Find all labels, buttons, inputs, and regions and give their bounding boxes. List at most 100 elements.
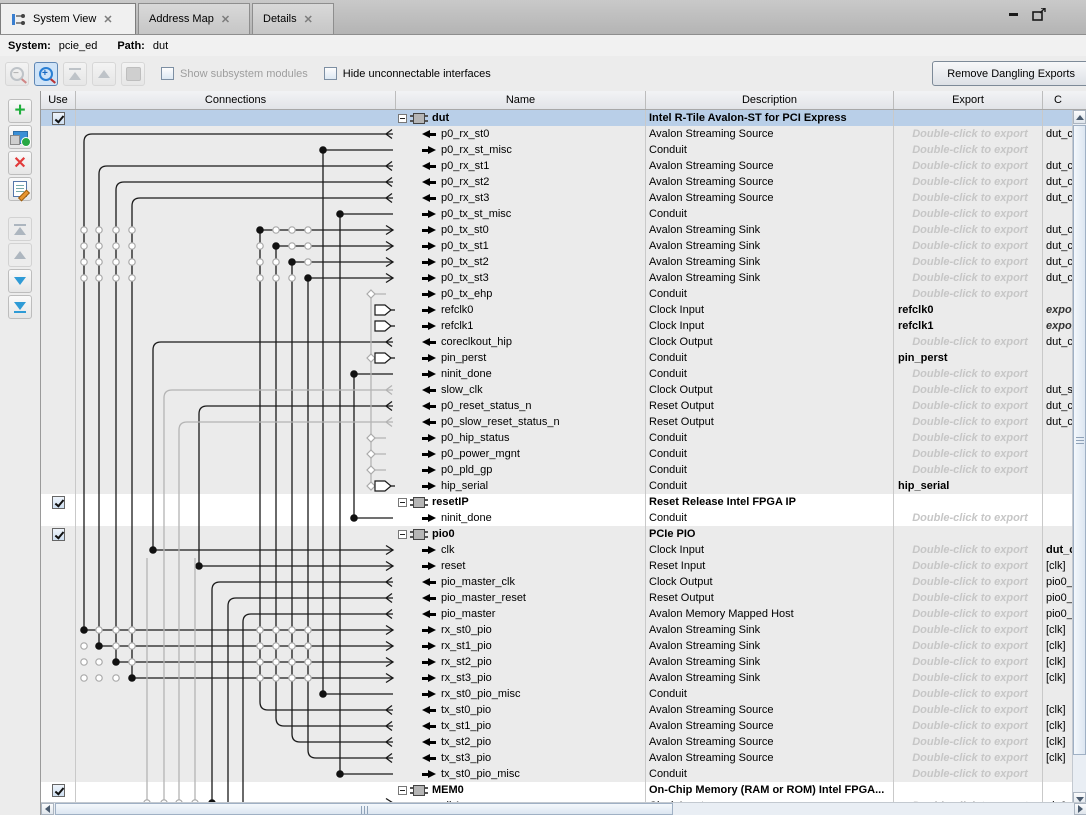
collapse-icon[interactable] [398, 786, 407, 795]
connections-cell[interactable] [76, 622, 396, 638]
export-placeholder[interactable]: Double-click to export [898, 334, 1042, 350]
export-placeholder[interactable]: Double-click to export [898, 446, 1042, 462]
export-placeholder[interactable]: Double-click to export [898, 750, 1042, 766]
use-checkbox[interactable] [52, 112, 65, 125]
name-cell[interactable]: p0_tx_st2 [396, 254, 646, 270]
export-placeholder[interactable]: Double-click to export [898, 142, 1042, 158]
interface-row[interactable]: slow_clkClock OutputDouble-click to expo… [41, 382, 1073, 398]
name-cell[interactable]: MEM0 [396, 782, 646, 798]
clock-cell[interactable]: dut_c [1043, 334, 1073, 350]
name-cell[interactable]: p0_rx_st_misc [396, 142, 646, 158]
name-cell[interactable]: p0_rx_st3 [396, 190, 646, 206]
clock-cell[interactable] [1043, 142, 1073, 158]
name-cell[interactable]: rx_st0_pio_misc [396, 686, 646, 702]
name-cell[interactable]: slow_clk [396, 382, 646, 398]
export-placeholder[interactable]: Double-click to export [898, 558, 1042, 574]
scroll-right-button[interactable] [1074, 803, 1086, 815]
clock-cell[interactable] [1043, 446, 1073, 462]
minimize-icon[interactable] [1009, 13, 1018, 16]
remove-dangling-exports-button[interactable]: Remove Dangling Exports [932, 61, 1086, 86]
clock-cell[interactable]: [clk] [1043, 702, 1073, 718]
clock-cell[interactable] [1043, 478, 1073, 494]
name-cell[interactable]: refclk1 [396, 318, 646, 334]
collapse-icon[interactable] [398, 530, 407, 539]
export-cell[interactable]: Double-click to export [894, 286, 1043, 302]
move-to-bottom-button[interactable] [8, 295, 32, 319]
vertical-scroll-thumb[interactable] [1073, 125, 1086, 755]
interface-row[interactable]: clkClock InputDouble-click to exportdut_… [41, 542, 1073, 558]
horizontal-scrollbar[interactable] [41, 802, 1086, 815]
export-placeholder[interactable]: Double-click to export [898, 174, 1042, 190]
name-cell[interactable]: p0_reset_status_n [396, 398, 646, 414]
module-row[interactable]: resetIPReset Release Intel FPGA IP [41, 494, 1073, 510]
clock-cell[interactable] [1043, 286, 1073, 302]
clock-cell[interactable]: dut_c [1043, 174, 1073, 190]
export-cell[interactable] [894, 782, 1043, 798]
interface-row[interactable]: tx_st0_pio_miscConduitDouble-click to ex… [41, 766, 1073, 782]
interface-row[interactable]: p0_hip_statusConduitDouble-click to expo… [41, 430, 1073, 446]
connections-cell[interactable] [76, 462, 396, 478]
name-cell[interactable]: ninit_done [396, 510, 646, 526]
export-cell[interactable] [894, 494, 1043, 510]
interface-row[interactable]: rx_st1_pioAvalon Streaming SinkDouble-cl… [41, 638, 1073, 654]
name-cell[interactable]: tx_st1_pio [396, 718, 646, 734]
add-button[interactable]: + [8, 99, 32, 123]
name-cell[interactable]: rx_st2_pio [396, 654, 646, 670]
filter-button[interactable] [121, 62, 145, 86]
export-placeholder[interactable]: Double-click to export [898, 382, 1042, 398]
export-placeholder[interactable]: Double-click to export [898, 574, 1042, 590]
clock-cell[interactable]: dut_c [1043, 126, 1073, 142]
column-header-name[interactable]: Name [396, 91, 646, 109]
interface-row[interactable]: rx_st2_pioAvalon Streaming SinkDouble-cl… [41, 654, 1073, 670]
export-cell[interactable]: Double-click to export [894, 206, 1043, 222]
connections-cell[interactable] [76, 542, 396, 558]
export-cell[interactable]: Double-click to export [894, 222, 1043, 238]
horizontal-scroll-thumb[interactable] [55, 803, 673, 815]
export-cell[interactable]: Double-click to export [894, 638, 1043, 654]
export-cell[interactable]: Double-click to export [894, 686, 1043, 702]
clock-cell[interactable] [1043, 350, 1073, 366]
use-checkbox[interactable] [52, 496, 65, 509]
connections-cell[interactable] [76, 558, 396, 574]
connections-cell[interactable] [76, 350, 396, 366]
connections-cell[interactable] [76, 270, 396, 286]
name-cell[interactable]: coreclkout_hip [396, 334, 646, 350]
interface-row[interactable]: p0_rx_st1Avalon Streaming SourceDouble-c… [41, 158, 1073, 174]
export-cell[interactable]: Double-click to export [894, 590, 1043, 606]
export-placeholder[interactable]: Double-click to export [898, 238, 1042, 254]
close-icon[interactable]: ✕ [304, 13, 313, 26]
clock-cell[interactable]: dut_c [1043, 414, 1073, 430]
export-placeholder[interactable]: Double-click to export [898, 270, 1042, 286]
connections-cell[interactable] [76, 718, 396, 734]
clock-cell[interactable]: [clk] [1043, 718, 1073, 734]
name-cell[interactable]: rx_st0_pio [396, 622, 646, 638]
clock-cell[interactable] [1043, 766, 1073, 782]
export-placeholder[interactable]: Double-click to export [898, 606, 1042, 622]
connections-cell[interactable] [76, 494, 396, 510]
clock-cell[interactable] [1043, 526, 1073, 542]
interface-row[interactable]: p0_power_mgntConduitDouble-click to expo… [41, 446, 1073, 462]
export-cell[interactable]: Double-click to export [894, 750, 1043, 766]
name-cell[interactable]: rx_st3_pio [396, 670, 646, 686]
interface-row[interactable]: pio_master_clkClock OutputDouble-click t… [41, 574, 1073, 590]
name-cell[interactable]: p0_tx_st1 [396, 238, 646, 254]
use-checkbox[interactable] [52, 784, 65, 797]
export-placeholder[interactable]: Double-click to export [898, 398, 1042, 414]
export-placeholder[interactable]: Double-click to export [898, 622, 1042, 638]
export-cell[interactable]: Double-click to export [894, 510, 1043, 526]
connections-cell[interactable] [76, 334, 396, 350]
export-placeholder[interactable]: Double-click to export [898, 254, 1042, 270]
clock-cell[interactable]: [clk] [1043, 558, 1073, 574]
name-cell[interactable]: rx_st1_pio [396, 638, 646, 654]
export-placeholder[interactable]: Double-click to export [898, 430, 1042, 446]
name-cell[interactable]: pio_master_reset [396, 590, 646, 606]
connections-cell[interactable] [76, 590, 396, 606]
clock-cell[interactable]: [clk] [1043, 734, 1073, 750]
column-header-export[interactable]: Export [894, 91, 1043, 109]
export-cell[interactable]: Double-click to export [894, 190, 1043, 206]
collapse-icon[interactable] [398, 498, 407, 507]
interface-row[interactable]: p0_rx_st_miscConduitDouble-click to expo… [41, 142, 1073, 158]
export-placeholder[interactable]: Double-click to export [898, 590, 1042, 606]
name-cell[interactable]: refclk0 [396, 302, 646, 318]
clock-cell[interactable]: pio0_ [1043, 590, 1073, 606]
